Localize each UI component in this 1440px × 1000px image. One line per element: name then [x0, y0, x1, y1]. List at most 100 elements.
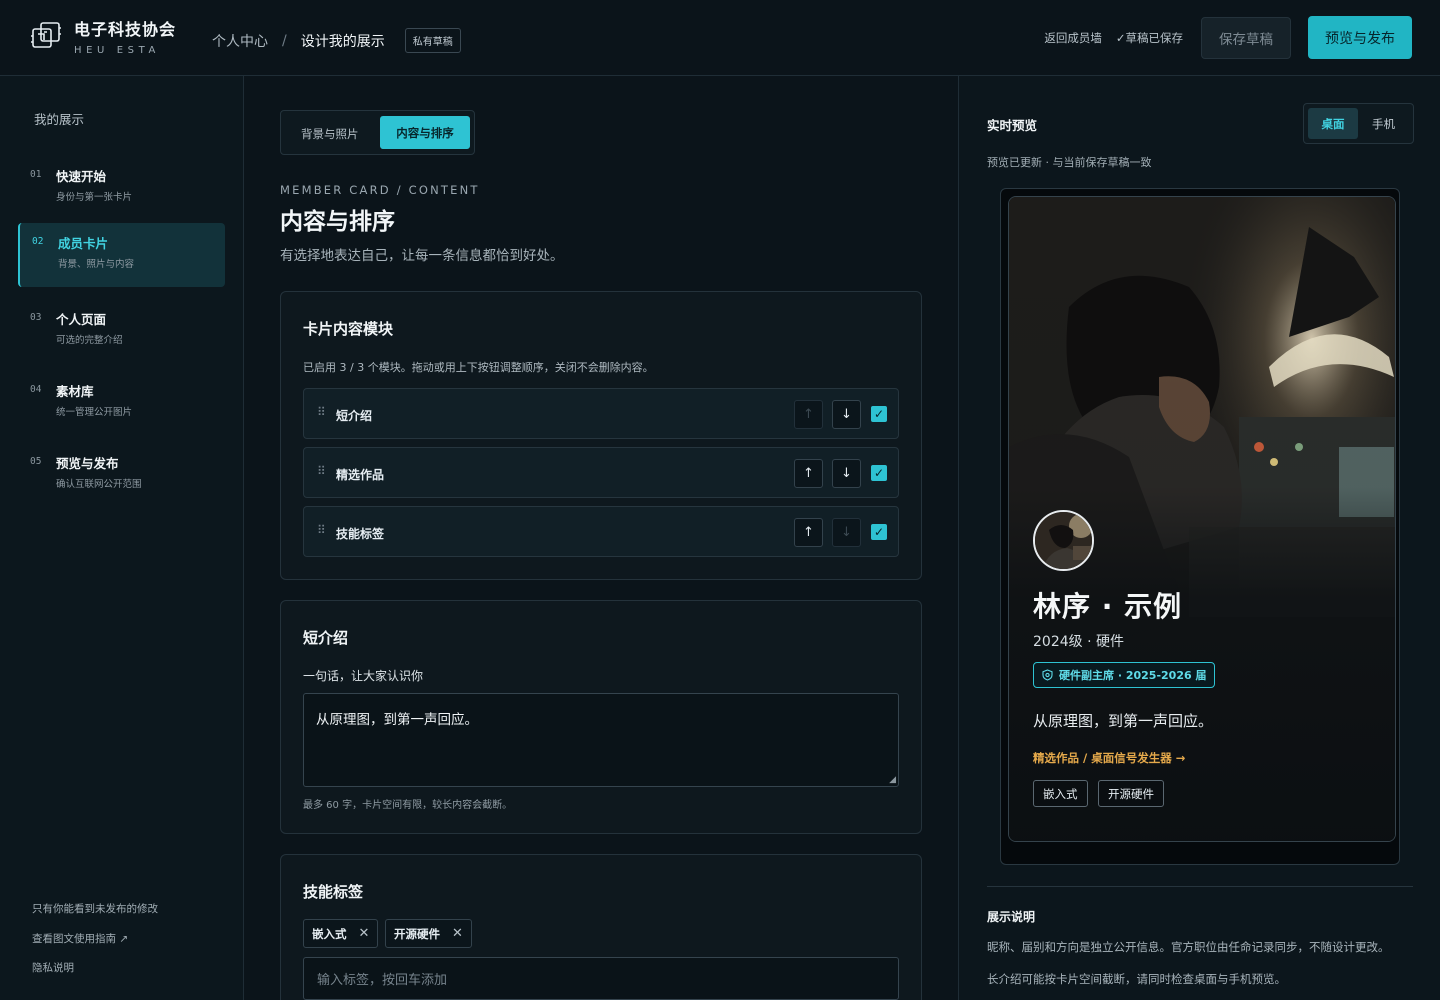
page-lead: 有选择地表达自己，让每一条信息都恰到好处。 — [280, 248, 564, 264]
intro-panel: 短介绍 一句话，让大家认识你 从原理图，到第一声回应。 ◢ 最多 60 字，卡片… — [280, 600, 922, 834]
draft-saved-status: ✓草稿已保存 — [1115, 30, 1183, 45]
explanation-line: 昵称、届别和方向是独立公开信息。官方职位由任命记录同步，不随设计更改。 — [987, 940, 1390, 954]
page-title: 内容与排序 — [280, 209, 395, 235]
explanation-title: 展示说明 — [987, 910, 1036, 924]
brand-name: 电子科技协会 — [74, 20, 177, 39]
drag-handle-icon[interactable]: ⠿ — [317, 464, 326, 478]
breadcrumb-current: 设计我的展示 — [300, 33, 385, 50]
move-down-button[interactable]: ↓ — [832, 459, 861, 488]
skills-panel: 技能标签 嵌入式 ✕ 开源硬件 ✕ 输入标签，按回车添加 — [280, 854, 922, 1000]
guide-link[interactable]: 查看图文使用指南 ↗ — [32, 931, 128, 946]
step-subtitle: 身份与第一张卡片 — [56, 192, 133, 203]
private-draft-badge: 私有草稿 — [404, 28, 461, 53]
top-bar: 电子科技协会 HEU ESTA 个人中心 / 设计我的展示 私有草稿 返回成员墙… — [0, 0, 1440, 76]
move-up-button[interactable]: ↑ — [794, 400, 823, 429]
divider — [987, 886, 1413, 887]
preview-status: 预览已更新 · 与当前保存草稿一致 — [987, 156, 1152, 169]
modules-status-note: 已启用 3 / 3 个模块。拖动或用上下按钮调整顺序，关闭不会删除内容。 — [303, 361, 654, 374]
featured-work-link[interactable]: 精选作品 / 桌面信号发生器 → — [1033, 750, 1185, 766]
member-name: 林序 · 示例 — [1033, 590, 1183, 623]
sidebar-step-quick-start[interactable]: 01 快速开始 身份与第一张卡片 — [18, 156, 225, 220]
member-avatar — [1033, 510, 1094, 571]
module-name: 精选作品 — [336, 468, 385, 482]
move-up-button[interactable]: ↑ — [794, 518, 823, 547]
step-title: 预览与发布 — [56, 456, 119, 471]
brand-subtitle: HEU ESTA — [74, 45, 160, 56]
module-enabled-checkbox[interactable]: ✓ — [871, 465, 887, 481]
privacy-link[interactable]: 隐私说明 — [32, 960, 74, 975]
back-to-wall-link[interactable]: 返回成员墙 — [1044, 30, 1102, 46]
member-intro: 从原理图，到第一声回应。 — [1033, 712, 1214, 730]
step-title: 个人页面 — [56, 312, 107, 327]
panel-title: 技能标签 — [303, 883, 364, 901]
preview-publish-button[interactable]: 预览与发布 — [1308, 16, 1412, 59]
move-down-button[interactable]: ↓ — [832, 518, 861, 547]
member-role-label: 硬件副主席 · 2025-2026 届 — [1059, 669, 1207, 682]
step-subtitle: 可选的完整介绍 — [56, 335, 123, 346]
sidebar-step-assets[interactable]: 04 素材库 统一管理公开图片 — [18, 371, 225, 435]
section-eyebrow: MEMBER CARD / CONTENT — [280, 183, 480, 197]
live-preview-panel: 实时预览 桌面 手机 预览已更新 · 与当前保存草稿一致 林序 · 示例 202… — [958, 76, 1440, 1000]
breadcrumb: 个人中心 / 设计我的展示 私有草稿 — [212, 28, 461, 53]
intro-textarea-value: 从原理图，到第一声回应。 — [316, 712, 478, 728]
member-role-badge: 硬件副主席 · 2025-2026 届 — [1033, 662, 1216, 688]
panel-title: 短介绍 — [303, 629, 349, 647]
explanation-line: 长介绍可能按卡片空间截断，请同时检查桌面与手机预览。 — [987, 972, 1286, 986]
sidebar-step-preview-publish[interactable]: 05 预览与发布 确认互联网公开范围 — [18, 443, 225, 507]
module-row-skills[interactable]: ⠿ 技能标签 ↑ ↓ ✓ — [303, 506, 899, 557]
intro-textarea[interactable]: 从原理图，到第一声回应。 ◢ — [303, 693, 899, 787]
remove-tag-icon[interactable]: ✕ — [359, 926, 370, 941]
move-up-button[interactable]: ↑ — [794, 459, 823, 488]
member-tag: 开源硬件 — [1098, 780, 1164, 807]
skill-tag-chip: 开源硬件 ✕ — [385, 919, 472, 948]
device-desktop-button[interactable]: 桌面 — [1308, 108, 1358, 139]
resize-handle-icon[interactable]: ◢ — [889, 775, 896, 785]
association-logo-icon — [31, 22, 61, 48]
shield-icon — [1042, 669, 1053, 681]
member-year-direction: 2024级 · 硬件 — [1033, 634, 1124, 650]
step-title: 成员卡片 — [58, 236, 109, 251]
editor-tabs: 背景与照片 内容与排序 — [280, 110, 475, 155]
sidebar-step-personal-page[interactable]: 03 个人页面 可选的完整介绍 — [18, 299, 225, 363]
skill-tag-label: 嵌入式 — [312, 926, 347, 941]
step-number: 05 — [30, 456, 42, 467]
intro-field-label: 一句话，让大家认识你 — [303, 669, 424, 683]
drag-handle-icon[interactable]: ⠿ — [317, 405, 326, 419]
breadcrumb-separator: / — [282, 32, 287, 49]
module-row-works[interactable]: ⠿ 精选作品 ↑ ↓ ✓ — [303, 447, 899, 498]
sidebar-step-member-card[interactable]: 02 成员卡片 背景、照片与内容 — [18, 223, 225, 287]
module-row-intro[interactable]: ⠿ 短介绍 ↑ ↓ ✓ — [303, 388, 899, 439]
tab-background-photos[interactable]: 背景与照片 — [301, 126, 359, 142]
main-editor: 背景与照片 内容与排序 MEMBER CARD / CONTENT 内容与排序 … — [244, 76, 958, 1000]
tag-input[interactable]: 输入标签，按回车添加 — [303, 957, 899, 1000]
intro-hint: 最多 60 字，卡片空间有限，较长内容会截断。 — [303, 800, 513, 811]
move-down-button[interactable]: ↓ — [832, 400, 861, 429]
drag-handle-icon[interactable]: ⠿ — [317, 523, 326, 537]
unpublished-note: 只有你能看到未发布的修改 — [32, 903, 158, 915]
step-subtitle: 背景、照片与内容 — [58, 259, 135, 270]
module-name: 短介绍 — [336, 409, 373, 423]
step-title: 快速开始 — [56, 169, 107, 184]
card-modules-panel: 卡片内容模块 已启用 3 / 3 个模块。拖动或用上下按钮调整顺序，关闭不会删除… — [280, 291, 922, 580]
step-number: 01 — [30, 169, 42, 180]
preview-title: 实时预览 — [987, 118, 1038, 133]
remove-tag-icon[interactable]: ✕ — [452, 926, 463, 941]
step-number: 04 — [30, 384, 42, 395]
preview-frame: 林序 · 示例 2024级 · 硬件 硬件副主席 · 2025-2026 届 从… — [1000, 188, 1400, 865]
sidebar: 我的展示 01 快速开始 身份与第一张卡片 02 成员卡片 背景、照片与内容 0… — [0, 76, 244, 1000]
breadcrumb-personal-center[interactable]: 个人中心 — [212, 31, 268, 51]
tab-content-order[interactable]: 内容与排序 — [380, 116, 470, 149]
save-draft-button[interactable]: 保存草稿 — [1201, 16, 1291, 59]
sidebar-title: 我的展示 — [34, 112, 85, 127]
step-number: 03 — [30, 312, 42, 323]
member-tag: 嵌入式 — [1033, 780, 1088, 807]
skill-tag-chip: 嵌入式 ✕ — [303, 919, 379, 948]
module-enabled-checkbox[interactable]: ✓ — [871, 524, 887, 540]
device-mobile-button[interactable]: 手机 — [1372, 116, 1395, 132]
device-toggle: 桌面 手机 — [1303, 103, 1414, 144]
skill-tag-label: 开源硬件 — [394, 926, 440, 941]
module-enabled-checkbox[interactable]: ✓ — [871, 406, 887, 422]
step-subtitle: 统一管理公开图片 — [56, 407, 133, 418]
panel-title: 卡片内容模块 — [303, 320, 394, 338]
step-number: 02 — [32, 236, 44, 247]
